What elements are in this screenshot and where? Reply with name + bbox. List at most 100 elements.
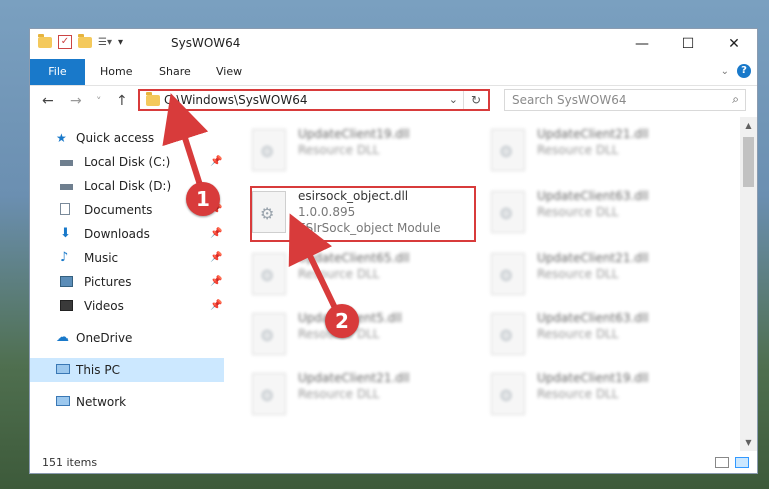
ribbon-tabs: File Home Share View ⌄ ? [30, 59, 757, 86]
file-type: Resource DLL [298, 267, 380, 281]
help-icon[interactable]: ? [737, 64, 751, 78]
sidebar-item-quick-access[interactable]: ★ Quick access [30, 126, 224, 150]
search-placeholder[interactable]: Search SysWOW64 [512, 93, 626, 107]
details-view-icon[interactable] [715, 457, 729, 468]
sidebar-item-onedrive[interactable]: ☁ OneDrive [30, 326, 224, 350]
window-title: SysWOW64 [171, 36, 241, 50]
star-icon: ★ [56, 131, 67, 145]
file-tile[interactable]: UpdateClient5.dll Resource DLL [252, 309, 472, 361]
minimize-button[interactable]: — [619, 29, 665, 59]
file-type: Resource DLL [537, 327, 619, 341]
toolbar-dropdown-icon[interactable]: ▾ [118, 37, 123, 48]
file-tile[interactable]: UpdateClient21.dll Resource DLL [252, 369, 472, 421]
scroll-up-icon[interactable]: ▲ [740, 121, 757, 130]
file-name: UpdateClient21.dll [298, 371, 410, 385]
search-icon[interactable]: ⌕ [732, 92, 739, 107]
navigation-bar: ← → ˅ ↑ C:\Windows\SysWOW64 ⌄ ↻ Search S… [30, 86, 757, 116]
navigation-pane: ★ Quick access Local Disk (C:) 📌 Local D… [30, 121, 224, 451]
file-name: UpdateClient63.dll [537, 189, 649, 203]
up-button[interactable]: ↑ [116, 93, 128, 109]
pin-icon: 📌 [210, 252, 223, 263]
tab-view[interactable]: View [202, 59, 256, 85]
address-dropdown-icon[interactable]: ⌄ [449, 93, 458, 106]
title-bar: ✓ ☰▾ ▾ SysWOW64 — ☐ ✕ [30, 29, 757, 59]
sidebar-item-downloads[interactable]: ⬇ Downloads 📌 [30, 222, 224, 246]
dll-file-icon [491, 253, 525, 295]
sidebar-item-pictures[interactable]: Pictures 📌 [30, 270, 224, 294]
maximize-button[interactable]: ☐ [665, 29, 711, 59]
drive-icon [60, 160, 73, 166]
tab-share[interactable]: Share [145, 59, 205, 85]
back-button[interactable]: ← [42, 93, 54, 109]
music-icon: ♪ [60, 250, 69, 265]
sidebar-item-label: This PC [76, 363, 120, 377]
computer-icon [56, 364, 70, 374]
pin-icon: 📌 [210, 276, 223, 287]
recent-locations-button[interactable]: ˅ [96, 95, 102, 108]
quick-access-toolbar: ✓ ☰▾ ▾ [38, 33, 123, 49]
file-tile[interactable]: UpdateClient21.dll Resource DLL [491, 249, 711, 301]
file-tile[interactable]: UpdateClient19.dll Resource DLL [252, 125, 472, 177]
search-box[interactable]: Search SysWOW64 ⌕ [504, 89, 746, 111]
customize-toolbar-icon[interactable]: ☰▾ [98, 37, 112, 48]
folder-icon [38, 33, 52, 48]
dll-file-icon [491, 129, 525, 171]
file-tile[interactable]: UpdateClient63.dll Resource DLL [491, 187, 711, 239]
expand-ribbon-icon[interactable]: ⌄ [721, 66, 729, 77]
pictures-icon [60, 276, 73, 287]
file-tile[interactable]: UpdateClient63.dll Resource DLL [491, 309, 711, 361]
sidebar-item-label: OneDrive [76, 331, 133, 345]
file-name: UpdateClient21.dll [537, 127, 649, 141]
sidebar-item-videos[interactable]: Videos 📌 [30, 294, 224, 318]
address-path[interactable]: C:\Windows\SysWOW64 [164, 93, 308, 107]
dll-file-icon [491, 373, 525, 415]
callout-badge-2: 2 [325, 304, 359, 338]
sidebar-item-this-pc[interactable]: This PC [30, 358, 224, 382]
sidebar-item-label: Local Disk (C:) [84, 155, 171, 169]
tab-file[interactable]: File [30, 59, 85, 85]
file-type: Resource DLL [537, 387, 619, 401]
sidebar-item-network[interactable]: Network [30, 390, 224, 414]
properties-icon[interactable]: ✓ [58, 35, 72, 49]
close-button[interactable]: ✕ [711, 29, 757, 59]
dll-file-icon [491, 191, 525, 233]
file-type: Resource DLL [298, 387, 380, 401]
tab-home[interactable]: Home [86, 59, 146, 85]
file-name: UpdateClient19.dll [298, 127, 410, 141]
drive-icon [60, 184, 73, 190]
sidebar-item-label: Network [76, 395, 127, 409]
sidebar-item-label: Videos [84, 299, 124, 313]
scroll-down-icon[interactable]: ▼ [740, 438, 757, 447]
sidebar-item-label: Pictures [84, 275, 132, 289]
file-name: UpdateClient21.dll [537, 251, 649, 265]
file-type: Resource DLL [298, 143, 380, 157]
highlight-box [250, 186, 476, 242]
sidebar-item-label: Music [84, 251, 119, 265]
file-list: UpdateClient19.dll Resource DLL UpdateCl… [226, 117, 740, 451]
explorer-window: ✓ ☰▾ ▾ SysWOW64 — ☐ ✕ File Home Share Vi… [29, 28, 758, 474]
file-tile[interactable]: UpdateClient65.dll Resource DLL [252, 249, 472, 301]
videos-icon [60, 300, 73, 311]
new-folder-icon[interactable] [78, 33, 92, 48]
callout-badge-1: 1 [186, 182, 220, 216]
file-type: Resource DLL [537, 205, 619, 219]
network-icon [56, 396, 70, 406]
refresh-icon[interactable]: ↻ [463, 91, 488, 109]
sidebar-item-music[interactable]: ♪ Music 📌 [30, 246, 224, 270]
folder-icon [146, 92, 160, 106]
sidebar-item-local-disk-c[interactable]: Local Disk (C:) 📌 [30, 150, 224, 174]
file-type: Resource DLL [537, 267, 619, 281]
tiles-view-icon[interactable] [735, 457, 749, 468]
dll-file-icon [252, 253, 286, 295]
scrollbar-thumb[interactable] [743, 137, 754, 187]
forward-button[interactable]: → [70, 93, 82, 109]
status-bar: 151 items [30, 453, 757, 473]
pin-icon: 📌 [210, 300, 223, 311]
dll-file-icon [491, 313, 525, 355]
address-bar[interactable]: C:\Windows\SysWOW64 ⌄ ↻ [138, 89, 490, 111]
vertical-scrollbar[interactable]: ▲ ▼ [740, 117, 757, 451]
file-tile[interactable]: UpdateClient21.dll Resource DLL [491, 125, 711, 177]
sidebar-item-label: Downloads [84, 227, 150, 241]
item-count: 151 items [42, 456, 98, 469]
file-tile[interactable]: UpdateClient19.dll Resource DLL [491, 369, 711, 421]
